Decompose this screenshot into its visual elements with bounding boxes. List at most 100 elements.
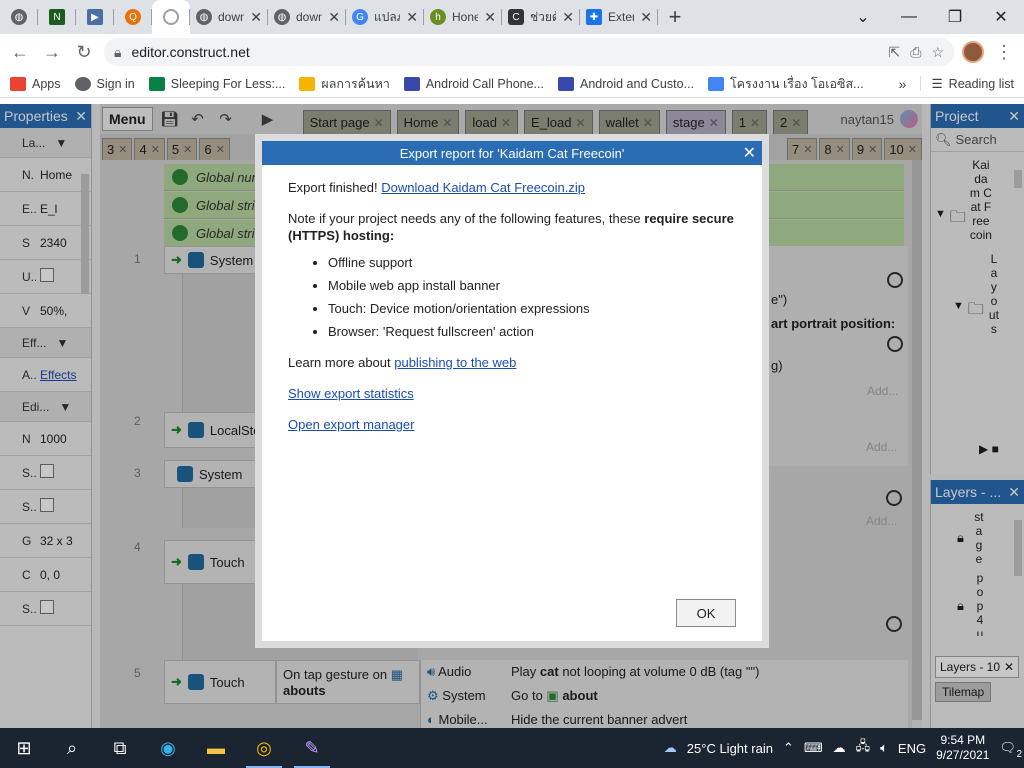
cloud-rain-icon: ☁ <box>663 740 677 755</box>
tray-device-icon[interactable]: ⌨ <box>804 740 823 756</box>
site-icon <box>148 76 165 91</box>
paint-app-icon[interactable]: ✎ <box>288 728 336 768</box>
site-icon <box>299 76 316 91</box>
show-export-statistics-link[interactable]: Show export statistics <box>288 386 414 401</box>
notifications-icon[interactable]: 🗨︎ 2 <box>999 740 1022 760</box>
dialog-body: Export finished! Download Kaidam Cat Fre… <box>262 165 762 461</box>
list-item: Offline support <box>328 254 736 271</box>
bookmarks-bar: Apps Sign in Sleeping For Less:... ผลการ… <box>0 70 1024 98</box>
restore-icon[interactable]: ❐ <box>932 0 978 34</box>
tab-title: Hone <box>452 10 479 24</box>
bookmark-apps[interactable]: Apps <box>10 76 61 91</box>
play-icon: ▶ <box>87 9 103 25</box>
learn-more-text: Learn more about <box>288 355 395 370</box>
minimize-icon[interactable]: — <box>886 0 932 34</box>
weather-text[interactable]: 25°C Light rain <box>687 741 773 756</box>
browser-tab[interactable]: G แปลภ ✕ <box>346 0 424 34</box>
export-report-dialog: Export report for 'Kaidam Cat Freecoin' … <box>255 134 769 648</box>
clock[interactable]: 9:54 PM 9/27/2021 <box>936 733 989 763</box>
lock-icon[interactable]: 🔒︎ <box>114 44 121 61</box>
avatar[interactable] <box>962 41 984 63</box>
notification-count: 2 <box>1016 749 1022 760</box>
browser-tab[interactable]: ◍ <box>0 0 38 34</box>
close-icon[interactable]: ✕ <box>484 9 496 26</box>
reload-icon[interactable]: ↻ <box>72 40 96 64</box>
dialog-titlebar: Export report for 'Kaidam Cat Freecoin' … <box>262 141 762 165</box>
file-explorer-icon[interactable]: ▬ <box>192 728 240 768</box>
close-icon[interactable]: ✕ <box>640 9 652 26</box>
construct-icon: C <box>508 9 524 25</box>
bookmark-item[interactable]: Android Call Phone... <box>403 76 544 91</box>
bookmark-label: โครงงาน เรื่อง โอเอซิส... <box>729 76 864 91</box>
tab-title: down <box>296 10 323 24</box>
learn-more: Learn more about publishing to the web <box>288 354 736 371</box>
bookmark-label: ผลการค้นหา <box>321 76 390 91</box>
note-text: Note if your project needs any of the fo… <box>288 211 645 226</box>
chevron-up-icon[interactable]: ⌃ <box>783 740 794 756</box>
site-icon <box>557 76 574 91</box>
ok-button[interactable]: OK <box>676 599 736 627</box>
feature-list: Offline support Mobile web app install b… <box>328 254 736 340</box>
bookmark-label: Apps <box>32 76 61 91</box>
globe-icon <box>74 76 91 91</box>
list-item: Touch: Device motion/orientation express… <box>328 300 736 317</box>
list-item: Browser: 'Request fullscreen' action <box>328 323 736 340</box>
open-external-icon[interactable]: ⇱ <box>889 44 901 61</box>
tab-title: Exten <box>608 10 634 24</box>
bookmark-item[interactable]: Android and Custo... <box>557 76 694 91</box>
open-export-manager-link[interactable]: Open export manager <box>288 417 414 432</box>
volume-icon[interactable]: 🔈︎ <box>880 740 888 756</box>
edge-icon[interactable]: ◉ <box>144 728 192 768</box>
browser-tab[interactable]: ◍ down ✕ <box>190 0 268 34</box>
close-icon[interactable]: ✕ <box>743 143 756 163</box>
close-icon[interactable]: ✕ <box>328 9 340 26</box>
star-icon[interactable]: ☆ <box>931 44 944 61</box>
forward-icon[interactable]: → <box>40 40 64 64</box>
download-link[interactable]: Download Kaidam Cat Freecoin.zip <box>381 180 585 195</box>
bookmark-item[interactable]: ผลการค้นหา <box>299 74 390 94</box>
install-icon[interactable]: ⎙ <box>910 44 921 61</box>
close-icon[interactable]: ✕ <box>406 9 418 26</box>
more-menu-icon[interactable]: ⋮ <box>992 40 1016 64</box>
more-bookmarks-icon[interactable]: » <box>899 76 907 92</box>
address-bar[interactable]: 🔒︎ editor.construct.net ⇱ ⎙ ☆ <box>104 38 954 66</box>
export-finished-text: Export finished! <box>288 180 378 195</box>
close-icon[interactable]: ✕ <box>562 9 574 26</box>
back-icon[interactable]: ← <box>8 40 32 64</box>
tab-search-icon[interactable]: ⌄ <box>840 0 886 34</box>
construct-n-icon: N <box>49 9 65 25</box>
browser-tab[interactable]: C ช่วยด้ ✕ <box>502 0 580 34</box>
dialog-title: Export report for 'Kaidam Cat Freecoin' <box>399 145 625 161</box>
reading-list-icon: ☰ <box>931 77 943 91</box>
bookmark-item[interactable]: โครงงาน เรื่อง โอเอซิส... <box>707 74 864 94</box>
reading-list-button[interactable]: ☰ Reading list <box>920 76 1014 91</box>
browser-tab[interactable]: N <box>38 0 76 34</box>
clock-time: 9:54 PM <box>940 733 986 747</box>
close-window-icon[interactable]: ✕ <box>978 0 1024 34</box>
url-text[interactable]: editor.construct.net <box>131 44 878 60</box>
browser-tab-active[interactable] <box>152 0 190 34</box>
search-icon[interactable]: ⌕ <box>48 728 96 768</box>
chrome-icon[interactable]: ◎ <box>240 728 288 768</box>
bookmark-signin[interactable]: Sign in <box>74 76 135 91</box>
browser-tab[interactable]: ✚ Exten ✕ <box>580 0 658 34</box>
browser-tab[interactable]: ◍ down ✕ <box>268 0 346 34</box>
windows-start-icon[interactable]: ⊞ <box>0 728 48 768</box>
window-controls: ⌄ — ❐ ✕ <box>840 0 1024 34</box>
language-indicator[interactable]: ENG <box>898 741 926 756</box>
publishing-link[interactable]: publishing to the web <box>394 355 516 370</box>
google-icon <box>707 76 724 91</box>
browser-tab[interactable]: Q <box>114 0 152 34</box>
new-tab-button[interactable]: + <box>658 0 692 34</box>
https-note: Note if your project needs any of the fo… <box>288 210 736 244</box>
task-view-icon[interactable]: ⧉ <box>96 728 144 768</box>
q-icon: Q <box>125 9 141 25</box>
browser-tab[interactable]: h Hone ✕ <box>424 0 502 34</box>
close-icon[interactable]: ✕ <box>250 9 262 26</box>
apps-grid-icon <box>10 76 26 91</box>
onedrive-icon[interactable]: ☁ <box>833 740 846 756</box>
loading-icon <box>163 9 179 25</box>
bookmark-item[interactable]: Sleeping For Less:... <box>148 76 285 91</box>
browser-tab[interactable]: ▶ <box>76 0 114 34</box>
network-icon[interactable]: 🖧︎ <box>856 737 871 759</box>
